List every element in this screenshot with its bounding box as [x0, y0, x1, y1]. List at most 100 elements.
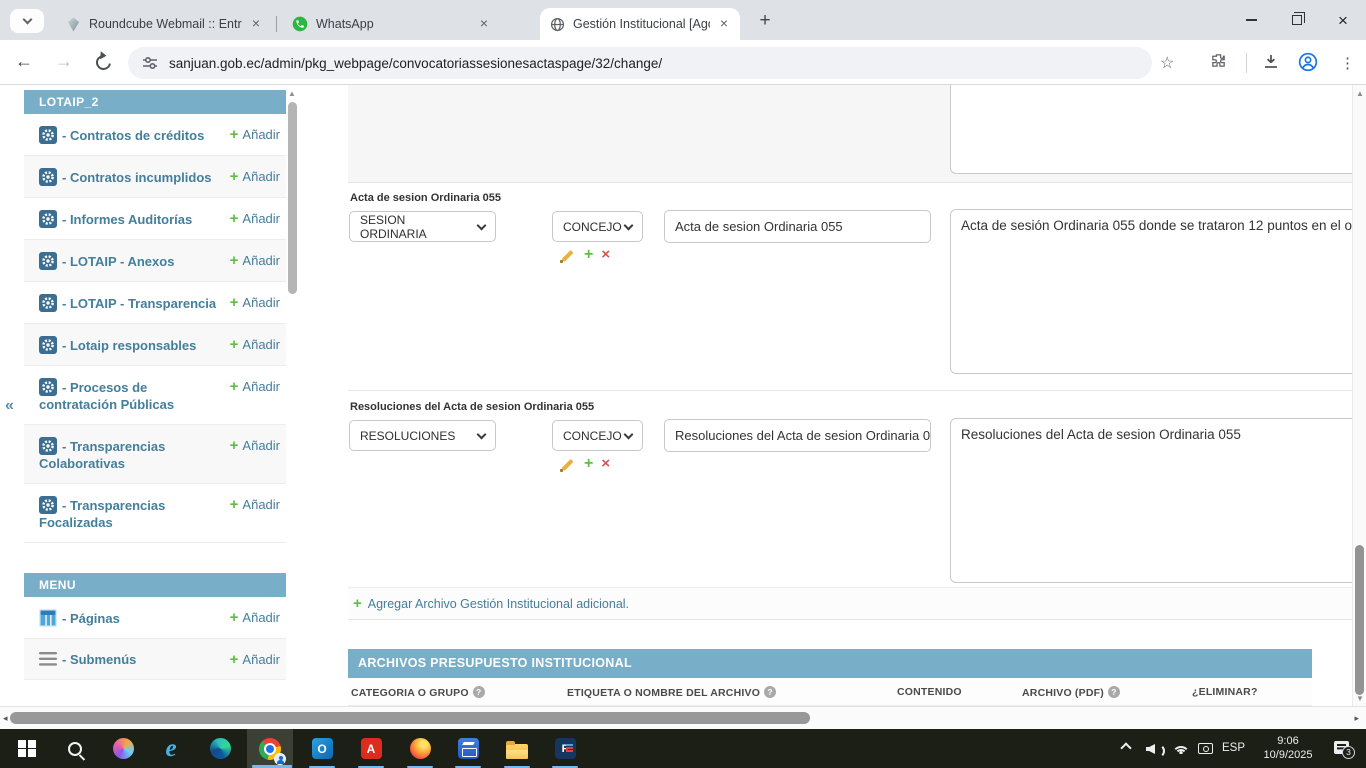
sidebar-add-link[interactable]: +Añadir	[230, 168, 280, 185]
add-archivo-link[interactable]: Agregar Archivo Gestión Institucional ad…	[368, 597, 629, 611]
sidebar-item-label: - Submenús	[62, 652, 136, 667]
sidebar-item-paginas[interactable]: - Páginas +Añadir	[24, 597, 286, 639]
sidebar-scrollbar-thumb[interactable]	[288, 102, 297, 294]
sidebar-item-lotaip-transparencia[interactable]: - LOTAIP - Transparencia +Añadir	[24, 282, 286, 324]
reload-button[interactable]	[93, 52, 114, 73]
tab-close-icon[interactable]: ×	[716, 16, 732, 32]
tab-search-button[interactable]	[10, 9, 44, 33]
scrollbar-down-arrow[interactable]: ▼	[1356, 694, 1364, 703]
sidebar-item-contratos-incumplidos[interactable]: - Contratos incumplidos +Añadir	[24, 156, 286, 198]
restore-button[interactable]	[1274, 0, 1320, 40]
taskbar-outlook[interactable]: O	[299, 729, 345, 768]
page-horizontal-scrollbar[interactable]: ◂ ▸	[0, 706, 1366, 729]
nombre-input[interactable]: Resoluciones del Acta de sesion Ordinari…	[664, 419, 931, 452]
minimize-button[interactable]	[1228, 0, 1274, 40]
forward-button[interactable]: →	[52, 51, 76, 72]
new-tab-button[interactable]: +	[752, 9, 778, 33]
sidebar-add-link[interactable]: +Añadir	[230, 126, 280, 143]
page-vertical-scrollbar[interactable]: ▲ ▼	[1352, 85, 1366, 706]
sidebar-add-link[interactable]: +Añadir	[230, 336, 280, 353]
taskbar-fec-app[interactable]: F	[542, 729, 588, 768]
sidebar-collapse-arrow[interactable]: «	[5, 397, 14, 415]
taskbar-chrome-active[interactable]	[247, 729, 293, 768]
scrollbar-left-arrow[interactable]: ◂	[3, 713, 8, 724]
form-content: Acta de sesion Ordinaria 055 SESION ORDI…	[348, 85, 1352, 706]
taskbar-scanner-app[interactable]	[445, 729, 491, 768]
sidebar-item-lotaip-anexos[interactable]: - LOTAIP - Anexos +Añadir	[24, 240, 286, 282]
notification-center-icon[interactable]: 3	[1334, 741, 1349, 754]
tab-gestion-institucional-active[interactable]: Gestión Institucional [Agosto-20 ×	[540, 8, 740, 40]
sidebar-add-link[interactable]: +Añadir	[230, 378, 280, 395]
address-bar[interactable]: sanjuan.gob.ec/admin/pkg_webpage/convoca…	[128, 47, 1152, 79]
tab-close-icon[interactable]: ×	[248, 16, 264, 32]
scrollbar-thumb[interactable]	[1355, 545, 1364, 695]
menu-dots-icon[interactable]: ⋮	[1340, 54, 1355, 72]
scrollbar-up-arrow[interactable]: ▲	[1356, 89, 1364, 98]
edit-pencil-icon[interactable]	[561, 457, 576, 472]
add-plus-icon[interactable]: +	[584, 457, 593, 471]
column-header: ¿ELIMINAR?	[1192, 686, 1258, 698]
tray-show-hidden-icons[interactable]	[1120, 742, 1131, 753]
delete-x-icon[interactable]: ×	[601, 248, 610, 262]
tab-close-icon[interactable]: ×	[476, 16, 492, 32]
content-textarea[interactable]	[950, 85, 1352, 174]
chevron-down-icon	[22, 15, 32, 25]
downloads-icon[interactable]	[1262, 52, 1280, 75]
help-icon[interactable]: ?	[1108, 686, 1120, 698]
tipo-select[interactable]: RESOLUCIONES	[349, 420, 496, 451]
sidebar-item-lotaip-responsables[interactable]: - Lotaip responsables +Añadir	[24, 324, 286, 366]
cast-icon[interactable]	[1198, 743, 1213, 754]
sidebar-add-link[interactable]: +Añadir	[230, 210, 280, 227]
gear-icon	[39, 336, 57, 354]
language-indicator[interactable]: ESP	[1222, 742, 1245, 754]
help-icon[interactable]: ?	[764, 686, 776, 698]
help-icon[interactable]: ?	[473, 686, 485, 698]
wifi-icon[interactable]	[1172, 741, 1190, 754]
row-label: Acta de sesion Ordinaria 055	[350, 192, 501, 204]
taskbar-clock[interactable]: 9:06 10/9/2025	[1254, 735, 1322, 762]
sidebar-item-procesos-contratacion[interactable]: - Procesos de contratación Públicas +Aña…	[24, 366, 286, 425]
sidebar-add-link[interactable]: +Añadir	[230, 496, 280, 513]
sidebar-item-transparencias-colaborativas[interactable]: - Transparencias Colaborativas +Añadir	[24, 425, 286, 484]
taskbar-file-explorer[interactable]	[494, 729, 540, 768]
nombre-input[interactable]: Acta de sesion Ordinaria 055	[664, 210, 931, 243]
sidebar-add-link[interactable]: +Añadir	[230, 437, 280, 454]
extensions-icon[interactable]	[1210, 52, 1227, 74]
taskbar-internet-explorer[interactable]: e	[148, 729, 194, 768]
close-button[interactable]: ×	[1320, 0, 1366, 40]
taskbar-copilot[interactable]	[100, 729, 146, 768]
scrollbar-thumb[interactable]	[10, 712, 810, 724]
tab-whatsapp[interactable]: WhatsApp ×	[282, 8, 500, 40]
add-label: Añadir	[242, 497, 280, 512]
taskbar-search-button[interactable]	[52, 729, 98, 768]
sidebar-add-link[interactable]: +Añadir	[230, 252, 280, 269]
sidebar-add-link[interactable]: +Añadir	[230, 651, 280, 668]
bookmark-star-icon[interactable]: ☆	[1160, 53, 1174, 73]
site-settings-icon[interactable]	[142, 55, 158, 71]
edit-pencil-icon[interactable]	[561, 248, 576, 263]
profile-icon[interactable]	[1298, 52, 1318, 77]
sidebar-item-label: - LOTAIP - Transparencia	[62, 296, 216, 311]
volume-icon[interactable]	[1146, 742, 1162, 756]
add-plus-icon[interactable]: +	[584, 248, 593, 262]
content-textarea[interactable]: Acta de sesión Ordinaria 055 donde se tr…	[950, 209, 1362, 374]
sidebar-item-contratos-creditos[interactable]: - Contratos de créditos +Añadir	[24, 114, 286, 156]
back-button[interactable]: ←	[12, 51, 36, 72]
delete-x-icon[interactable]: ×	[601, 457, 610, 471]
sidebar-item-submenus[interactable]: - Submenús +Añadir	[24, 639, 286, 680]
sidebar-item-informes-auditorias[interactable]: - Informes Auditorías +Añadir	[24, 198, 286, 240]
organo-select[interactable]: CONCEJO	[552, 211, 643, 242]
tipo-select[interactable]: SESION ORDINARIA	[349, 211, 496, 242]
start-button[interactable]	[4, 729, 50, 768]
taskbar-acrobat[interactable]: A	[348, 729, 394, 768]
scrollbar-right-arrow[interactable]: ▸	[1354, 713, 1359, 724]
sidebar-add-link[interactable]: +Añadir	[230, 609, 280, 626]
tab-roundcube[interactable]: Roundcube Webmail :: Entrada ×	[56, 8, 272, 40]
sidebar-item-transparencias-focalizadas[interactable]: - Transparencias Focalizadas +Añadir	[24, 484, 286, 543]
taskbar-edge[interactable]	[197, 729, 243, 768]
content-textarea[interactable]: Resoluciones del Acta de sesion Ordinari…	[950, 418, 1362, 583]
taskbar-firefox[interactable]	[397, 729, 443, 768]
organo-select[interactable]: CONCEJO	[552, 420, 643, 451]
sidebar-scrollbar-up-arrow[interactable]: ▲	[288, 89, 296, 98]
sidebar-add-link[interactable]: +Añadir	[230, 294, 280, 311]
